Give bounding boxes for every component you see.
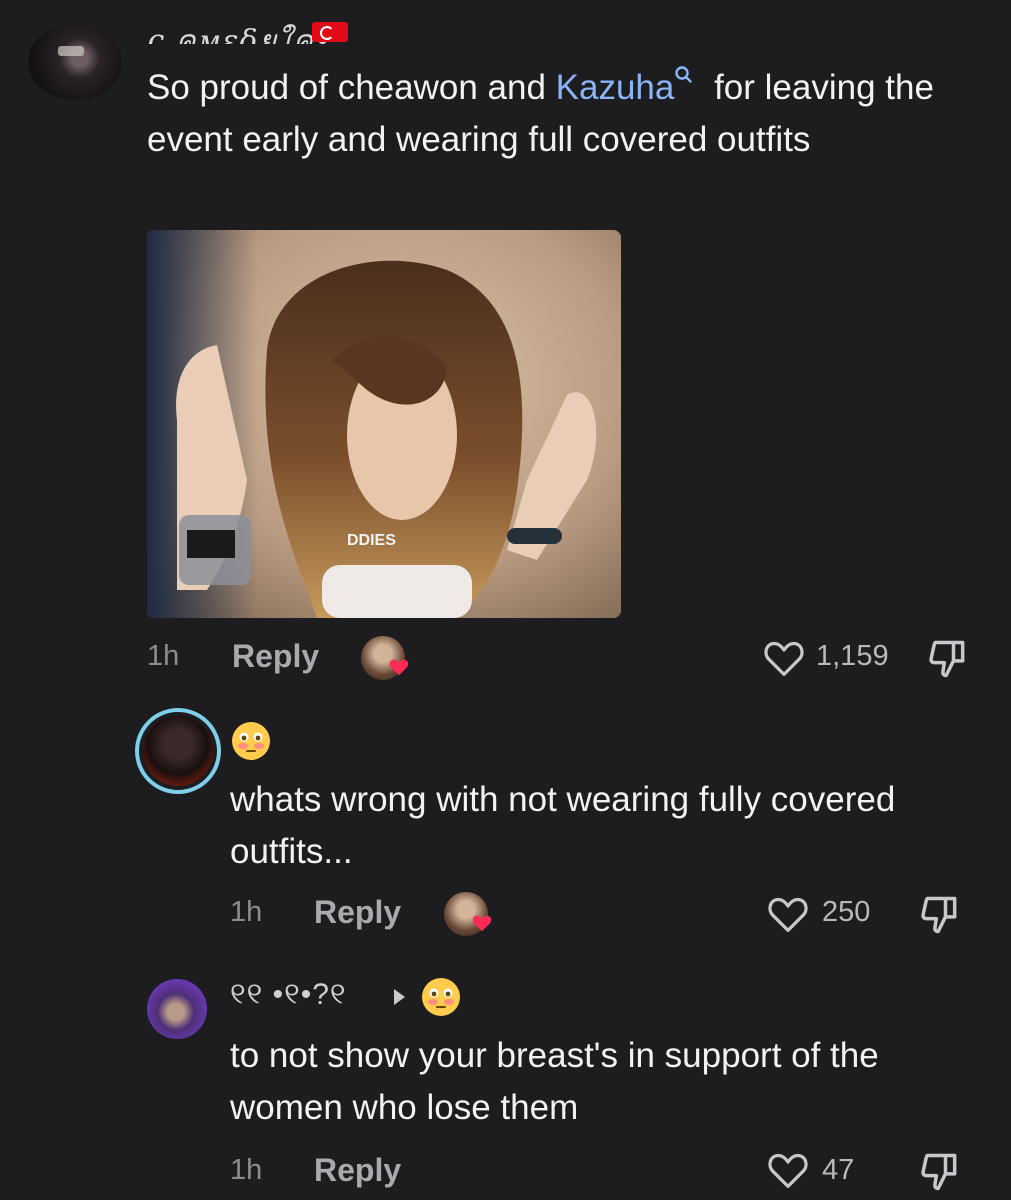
comment-2-time: 1h [230, 896, 263, 928]
comment-2-avatar[interactable] [143, 716, 213, 786]
comment-1-like-count: 1,159 [816, 640, 889, 672]
photo-necklace-text: DDIES [347, 532, 396, 549]
comment-3-like-count: 47 [822, 1154, 855, 1186]
comment-1-photo[interactable]: DDIES [147, 230, 621, 618]
comment-3-reply-button[interactable]: Reply [314, 1152, 401, 1189]
flushed-emoji-icon [422, 978, 460, 1016]
comment-1-reply-button[interactable]: Reply [232, 638, 319, 675]
creator-liked-heart-icon [472, 915, 492, 932]
comment-1-username[interactable]: ς คмεδยใค• [147, 18, 332, 44]
thumbs-down-icon[interactable] [918, 1150, 962, 1194]
like-heart-icon[interactable] [766, 894, 810, 934]
photo-image [147, 230, 621, 618]
comment-1-text-before: So proud of cheawon and [147, 68, 556, 107]
turkey-flag-icon [312, 22, 348, 42]
comment-2-reply-button[interactable]: Reply [314, 894, 401, 931]
comment-2-like-count: 250 [822, 896, 871, 928]
flushed-emoji-icon [232, 722, 270, 760]
comment-3-avatar[interactable] [147, 979, 207, 1039]
comment-3-username[interactable]: ୧୧ •୧•?୧ [230, 978, 347, 1012]
comment-3-text: to not show your breast's in support of … [230, 1036, 879, 1127]
thumbs-down-icon[interactable] [926, 637, 970, 681]
comment-1-text: So proud of cheawon and Kazuha for leavi… [147, 62, 967, 166]
comment-2-text: whats wrong with not wearing fully cover… [230, 780, 896, 871]
thumbs-down-icon[interactable] [918, 893, 962, 937]
search-icon[interactable] [674, 66, 693, 88]
mention-link[interactable]: Kazuha [556, 68, 675, 107]
reply-arrow-icon [394, 989, 405, 1005]
comment-3-time: 1h [230, 1154, 263, 1186]
comment-1-avatar[interactable] [28, 24, 122, 100]
comment-1-time: 1h [147, 640, 180, 672]
creator-liked-heart-icon [389, 659, 409, 676]
like-heart-icon[interactable] [762, 638, 806, 678]
like-heart-icon[interactable] [766, 1150, 810, 1190]
